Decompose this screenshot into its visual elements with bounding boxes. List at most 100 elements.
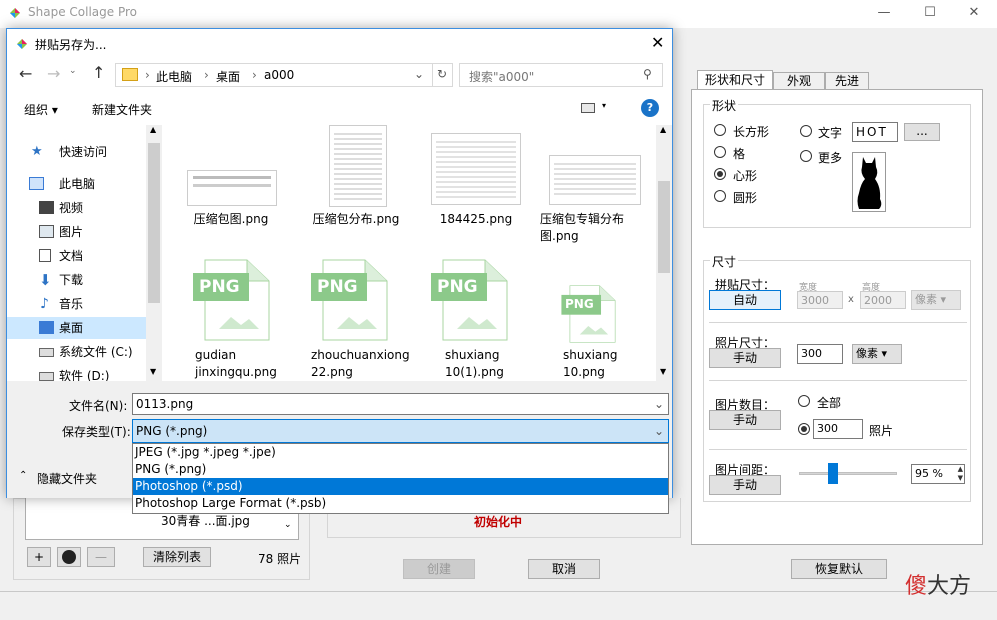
nav-scrollbar[interactable]: ▲ ▼ (146, 125, 162, 381)
search-icon[interactable]: ⚲ (643, 67, 652, 81)
new-folder-button[interactable]: 新建文件夹 (92, 101, 152, 118)
chevron-up-icon[interactable]: ⌃ (19, 470, 27, 481)
shape-preview[interactable] (852, 152, 886, 212)
recent-dropdown-icon[interactable]: ⌄ (69, 66, 77, 76)
nav-music[interactable]: ♪ 音乐 (7, 293, 147, 315)
address-dropdown-icon[interactable]: ⌄ (414, 67, 424, 81)
photo-count-input[interactable]: 300 (813, 419, 863, 439)
radio-heart[interactable] (714, 168, 726, 180)
file-scrollbar[interactable]: ▲ ▼ (656, 125, 672, 381)
nav-scroll-thumb[interactable] (148, 143, 160, 303)
search-input[interactable]: 搜索"a000" (469, 68, 534, 85)
file-item[interactable]: 压缩包专辑分布图.png (540, 211, 640, 245)
nav-quick-access[interactable]: ★ 快速访问 (7, 141, 147, 163)
chevron-down-icon[interactable]: ⌄ (654, 420, 664, 442)
remove-photo-button[interactable]: — (87, 547, 115, 567)
scroll-down-icon[interactable]: ⌄ (284, 520, 292, 530)
up-arrow-icon[interactable]: ↑ (92, 63, 105, 82)
collage-size-auto-button[interactable]: 自动 (709, 290, 781, 310)
view-dropdown-icon[interactable]: ▾ (602, 101, 606, 110)
spacing-slider-track[interactable] (799, 472, 897, 475)
collage-unit-select[interactable]: 像素 ▾ (911, 290, 961, 310)
radio-grid[interactable] (714, 146, 726, 158)
file-item[interactable]: shuxiang 10(1).png (445, 347, 525, 381)
file-item[interactable]: zhouchuanxiong 22.png (311, 347, 410, 381)
organize-button[interactable]: 组织 ▾ (24, 101, 58, 118)
nav-this-pc[interactable]: 此电脑 (7, 173, 147, 195)
tab-appearance[interactable]: 外观 (773, 72, 825, 90)
close-window-button[interactable]: ✕ (951, 0, 997, 28)
search-box[interactable]: 搜索"a000" ⚲ (459, 63, 663, 87)
dialog-close-icon[interactable]: ✕ (651, 33, 664, 52)
file-list-item[interactable]: 30青春 ...面.jpg (161, 512, 250, 529)
filetype-option[interactable]: JPEG (*.jpg *.jpeg *.jpe) (133, 444, 668, 461)
png-file-icon[interactable]: PNG (311, 259, 389, 344)
photo-count-manual-button[interactable]: 手动 (709, 410, 781, 430)
scroll-up-icon[interactable]: ▲ (150, 125, 156, 134)
photo-unit-select[interactable]: 像素 ▾ (852, 344, 902, 364)
spin-arrows-icon[interactable]: ▲ ▼ (958, 465, 963, 483)
spacing-slider-thumb[interactable] (828, 463, 839, 484)
photo-size-input[interactable]: 300 (797, 344, 843, 364)
maximize-button[interactable]: ☐ (907, 0, 953, 28)
forward-arrow-icon[interactable]: → (47, 64, 60, 83)
png-file-icon[interactable]: PNG (431, 259, 509, 344)
minimize-button[interactable]: — (861, 0, 907, 28)
breadcrumb-desktop[interactable]: 桌面 (216, 68, 240, 85)
scroll-down-icon[interactable]: ▼ (150, 367, 156, 376)
cancel-button[interactable]: 取消 (528, 559, 600, 579)
reset-defaults-button[interactable]: 恢复默认 (791, 559, 887, 579)
nav-videos[interactable]: 视频 (7, 197, 147, 219)
file-thumbnail[interactable] (329, 125, 387, 207)
help-icon[interactable]: ? (641, 99, 659, 117)
hide-folders-button[interactable]: 隐藏文件夹 (37, 470, 97, 487)
file-scroll-thumb[interactable] (658, 181, 670, 273)
refresh-icon[interactable]: ↻ (437, 67, 447, 81)
tab-advanced[interactable]: 先进 (825, 72, 869, 90)
add-photo-button[interactable]: + (27, 547, 51, 567)
nav-documents[interactable]: 文档 (7, 245, 147, 267)
tab-shape-size[interactable]: 形状和尺寸 (697, 70, 773, 90)
nav-drive-c[interactable]: 系统文件 (C:) (7, 341, 147, 363)
filetype-option[interactable]: Photoshop Large Format (*.psb) (133, 495, 668, 512)
nav-drive-d[interactable]: 软件 (D:) (7, 365, 147, 381)
create-button[interactable]: 创建 (403, 559, 475, 579)
radio-more[interactable] (800, 150, 812, 162)
collage-height-input[interactable]: 2000 (860, 291, 906, 309)
file-item[interactable]: 184425.png (420, 211, 532, 228)
scroll-up-icon[interactable]: ▲ (660, 125, 666, 134)
radio-rectangle[interactable] (714, 124, 726, 136)
photo-size-manual-button[interactable]: 手动 (709, 348, 781, 368)
filetype-dropdown-list[interactable]: JPEG (*.jpg *.jpeg *.jpe) PNG (*.png) Ph… (132, 443, 669, 514)
nav-pictures[interactable]: 图片 (7, 221, 147, 243)
scroll-down-icon[interactable]: ▼ (660, 367, 666, 376)
nav-desktop[interactable]: 桌面 (7, 317, 146, 339)
file-thumbnail[interactable] (431, 133, 521, 205)
radio-count-value[interactable] (798, 423, 810, 435)
png-file-icon[interactable]: PNG (193, 259, 271, 344)
file-thumbnail[interactable] (549, 155, 641, 205)
back-arrow-icon[interactable]: ← (19, 64, 32, 83)
breadcrumb-this-pc[interactable]: 此电脑 (156, 68, 192, 85)
browse-button[interactable]: ... (904, 123, 940, 141)
png-file-icon[interactable]: PNG (561, 285, 617, 346)
breadcrumb-folder[interactable]: a000 (264, 68, 294, 82)
address-bar[interactable]: › 此电脑 › 桌面 › a000 ⌄ ↻ (115, 63, 453, 87)
collage-width-input[interactable]: 3000 (797, 291, 843, 309)
radio-text[interactable] (800, 125, 812, 137)
spacing-value-input[interactable]: 95 % ▲ ▼ (911, 464, 965, 484)
nav-downloads[interactable]: ⬇ 下载 (7, 269, 147, 291)
file-thumbnail[interactable] (187, 170, 277, 206)
file-item[interactable]: 压缩包图.png (175, 211, 287, 228)
web-photo-button[interactable] (57, 547, 81, 567)
filename-input[interactable]: 0113.png ⌄ (132, 393, 669, 415)
shape-text-input[interactable]: HOT (852, 122, 898, 142)
file-item[interactable]: gudian jinxingqu.png (195, 347, 307, 381)
filetype-select[interactable]: PNG (*.png) ⌄ (132, 419, 669, 443)
file-item[interactable]: shuxiang 10.png (563, 347, 633, 381)
filetype-option-selected[interactable]: Photoshop (*.psd) (133, 478, 668, 495)
spacing-manual-button[interactable]: 手动 (709, 475, 781, 495)
chevron-down-icon[interactable]: ⌄ (654, 394, 664, 414)
clear-list-button[interactable]: 清除列表 (143, 547, 211, 567)
view-icon[interactable] (581, 103, 595, 113)
